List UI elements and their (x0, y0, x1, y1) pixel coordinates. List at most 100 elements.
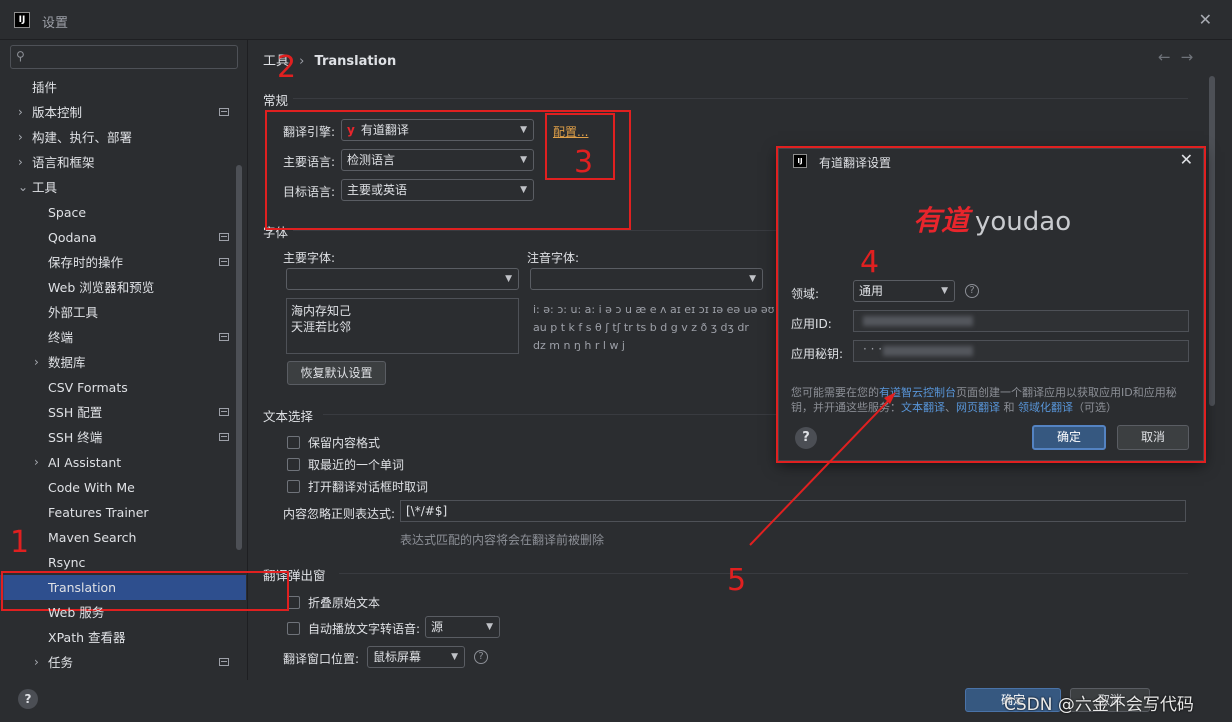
sidebar-item[interactable]: SSH 配置 (0, 400, 246, 425)
back-arrow-icon[interactable]: ← (1158, 48, 1181, 66)
help-icon[interactable]: ? (18, 689, 38, 709)
sidebar-item-label: 外部工具 (48, 305, 99, 320)
fold-original-checkbox[interactable]: 折叠原始文本 (287, 594, 380, 611)
chevron-right-icon[interactable]: › (34, 350, 39, 375)
chevron-down-icon: ▼ (749, 274, 756, 284)
checkbox-label: 自动播放文字转语音: (308, 622, 421, 636)
settings-search[interactable]: ⚲ (10, 45, 238, 69)
checkbox-box[interactable] (287, 622, 300, 635)
sidebar-item[interactable]: 外部工具 (0, 300, 246, 325)
auto-tts-checkbox[interactable]: 自动播放文字转语音: (287, 620, 420, 637)
intellij-logo-icon: IJ (14, 12, 30, 28)
project-settings-icon (219, 333, 229, 341)
close-icon[interactable]: ✕ (1180, 150, 1193, 169)
dialog-cancel-button[interactable]: 取消 (1117, 425, 1189, 450)
window-position-label: 翻译窗口位置: (283, 652, 360, 666)
web-translation-link[interactable]: 网页翻译 (956, 401, 1000, 414)
sidebar-item-label: XPath 查看器 (48, 630, 126, 645)
help-icon[interactable]: ? (965, 284, 979, 298)
primary-font-combo[interactable]: ▼ (286, 268, 519, 290)
sidebar-item[interactable]: Web 浏览器和预览 (0, 275, 246, 300)
domain-value: 通用 (859, 284, 884, 298)
chevron-down-icon[interactable]: ⌄ (18, 175, 28, 200)
window-position-combo[interactable]: 鼠标屏幕 ▼ (367, 646, 465, 668)
chevron-down-icon: ▼ (505, 274, 512, 284)
chevron-right-icon[interactable]: › (18, 125, 23, 150)
close-icon[interactable]: ✕ (1199, 10, 1212, 29)
chevron-right-icon[interactable]: › (34, 650, 39, 675)
youdao-logo-en: youdao (975, 207, 1072, 237)
sidebar-item[interactable]: 保存时的操作 (0, 250, 246, 275)
project-settings-icon (219, 233, 229, 241)
annotation-number-4: 4 (860, 245, 880, 280)
sidebar-item[interactable]: Space (0, 200, 246, 225)
checkbox-box[interactable] (287, 458, 300, 471)
sidebar-item-label: SSH 终端 (48, 430, 103, 445)
regex-input[interactable]: [\*/#$] (400, 500, 1186, 522)
keep-format-checkbox[interactable]: 保留内容格式 (287, 434, 380, 451)
chevron-right-icon[interactable]: › (18, 150, 23, 175)
dialog-ok-button[interactable]: 确定 (1032, 425, 1106, 450)
phonetic-font-combo[interactable]: ▼ (530, 268, 763, 290)
sidebar-item[interactable]: › 任务 (0, 650, 246, 675)
tts-source-combo[interactable]: 源 ▼ (425, 616, 500, 638)
app-id-label: 应用ID: (791, 317, 832, 331)
checkbox-box[interactable] (287, 480, 300, 493)
forward-arrow-icon[interactable]: → (1181, 48, 1204, 66)
sidebar-item[interactable]: CSV Formats (0, 375, 246, 400)
domain-combo[interactable]: 通用 ▼ (853, 280, 955, 302)
sidebar-item[interactable]: Maven Search (0, 525, 246, 550)
sidebar-item[interactable]: › 语言和框架 (0, 150, 246, 175)
checkbox-label: 打开翻译对话框时取词 (308, 480, 429, 494)
primary-language-combo[interactable]: 检测语言 ▼ (341, 149, 534, 171)
app-secret-label: 应用秘钥: (791, 347, 844, 361)
target-language-combo[interactable]: 主要或英语 ▼ (341, 179, 534, 201)
sidebar-item[interactable]: Features Trainer (0, 500, 246, 525)
domain-translation-link[interactable]: 领域化翻译 (1018, 401, 1073, 414)
sidebar-item-label: 保存时的操作 (48, 255, 124, 270)
sidebar-item-label: Features Trainer (48, 505, 149, 520)
breadcrumb-current: Translation (314, 54, 397, 69)
engine-combo[interactable]: y 有道翻译 ▼ (341, 119, 534, 141)
sidebar-item[interactable]: XPath 查看器 (0, 625, 246, 650)
reset-defaults-button[interactable]: 恢复默认设置 (287, 361, 386, 385)
sidebar-item[interactable]: › 构建、执行、部署 (0, 125, 246, 150)
annotation-number-2: 2 (277, 50, 297, 85)
text-selection-section-header: 文本选择 (263, 409, 314, 424)
sidebar-item-label: 终端 (48, 330, 74, 345)
main-scrollbar[interactable] (1209, 76, 1215, 406)
help-icon[interactable]: ? (474, 650, 488, 664)
chevron-right-icon[interactable]: › (34, 450, 39, 475)
annotation-number-1: 1 (10, 525, 30, 560)
sidebar-item[interactable]: Qodana (0, 225, 246, 250)
sidebar-item[interactable]: 终端 (0, 325, 246, 350)
sidebar-item[interactable]: Web 服务 (0, 600, 246, 625)
sidebar-item[interactable]: 插件 (0, 75, 246, 100)
project-settings-icon (219, 658, 229, 666)
general-section-header: 常规 (263, 93, 289, 108)
help-icon[interactable]: ? (795, 427, 817, 449)
sidebar-item[interactable]: SSH 终端 (0, 425, 246, 450)
text-translation-link[interactable]: 文本翻译 (901, 401, 945, 414)
sidebar-item-label: Web 服务 (48, 605, 105, 620)
sidebar-item[interactable]: Rsync (0, 550, 246, 575)
sidebar-item[interactable]: Code With Me (0, 475, 246, 500)
sidebar-item[interactable]: › 数据库 (0, 350, 246, 375)
configure-link[interactable]: 配置... (553, 123, 588, 140)
chevron-right-icon[interactable]: › (18, 100, 23, 125)
sidebar-scrollbar[interactable] (236, 165, 242, 550)
checkbox-box[interactable] (287, 596, 300, 609)
sidebar-item[interactable]: › AI Assistant (0, 450, 246, 475)
sidebar-item[interactable]: › 版本控制 (0, 100, 246, 125)
window-position-value: 鼠标屏幕 (373, 650, 422, 664)
search-input[interactable] (35, 48, 230, 66)
sidebar-item[interactable]: ⌄ 工具 (0, 175, 246, 200)
console-link[interactable]: 有道智云控制台 (879, 386, 956, 399)
take-word-on-open-checkbox[interactable]: 打开翻译对话框时取词 (287, 478, 428, 495)
sidebar-item[interactable]: Translation (0, 575, 246, 600)
sidebar-item-label: AI Assistant (48, 455, 122, 470)
nearest-word-checkbox[interactable]: 取最近的一个单词 (287, 456, 404, 473)
dialog-title: 有道翻译设置 (819, 156, 892, 170)
chevron-down-icon: ▼ (486, 622, 493, 632)
checkbox-box[interactable] (287, 436, 300, 449)
